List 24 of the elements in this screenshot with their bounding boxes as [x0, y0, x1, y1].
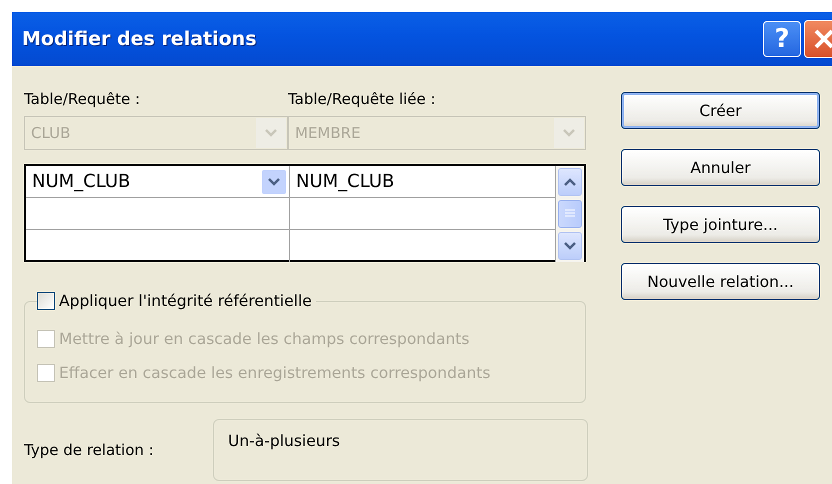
combo-label: Table/Requête liée : [288, 89, 437, 110]
grid-cell[interactable]: NUM_CLUB [26, 166, 290, 198]
dialog-button[interactable]: Type jointure... [621, 206, 820, 243]
scroll-up-icon[interactable] [558, 168, 582, 196]
help-button[interactable]: ? [763, 21, 801, 57]
close-icon [812, 27, 832, 51]
grid-cell[interactable]: NUM_CLUB [290, 166, 556, 198]
scroll-down-icon[interactable] [558, 232, 582, 260]
combo-label: Table/Requête : [24, 89, 142, 110]
dialog-button[interactable]: Nouvelle relation... [621, 263, 820, 300]
checkbox[interactable] [37, 292, 55, 310]
checkbox-label: Mettre à jour en cascade les champs correspondants [59, 330, 470, 348]
window-title: Modifier des relations [22, 28, 258, 50]
grid-cell[interactable] [26, 198, 290, 230]
checkbox-label: Appliquer l'intégrité référentielle [59, 292, 312, 310]
relation-type-label: Type de relation : [24, 441, 155, 459]
grid-cell[interactable] [290, 198, 556, 230]
dialog-button[interactable]: Créer [621, 92, 820, 129]
scrollbar[interactable] [556, 166, 584, 262]
checkbox-label: Effacer en cascade les enregistrements correspondants [59, 364, 490, 382]
dialog-button[interactable]: Annuler [621, 149, 820, 186]
relation-type-value: Un-à-plusieurs [213, 419, 588, 481]
scroll-thumb[interactable] [558, 200, 582, 228]
close-button[interactable] [804, 20, 832, 58]
